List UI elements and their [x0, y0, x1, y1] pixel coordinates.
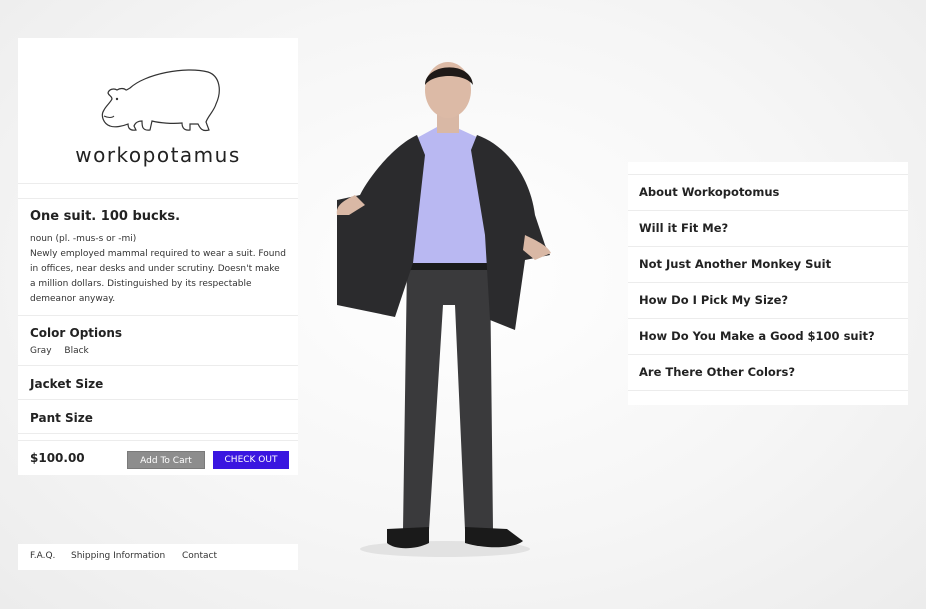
footer-link-shipping[interactable]: Shipping Information: [71, 551, 165, 561]
faq-item-monkey-suit[interactable]: Not Just Another Monkey Suit: [628, 247, 908, 283]
faq-item-pick-size[interactable]: How Do I Pick My Size?: [628, 283, 908, 319]
faq-item-good-suit[interactable]: How Do You Make a Good $100 suit?: [628, 319, 908, 355]
product-panel: workopotamus One suit. 100 bucks. noun (…: [18, 38, 298, 475]
add-to-cart-button[interactable]: Add To Cart: [127, 451, 205, 469]
faq-item-about[interactable]: About Workopotomus: [628, 175, 908, 211]
checkout-button[interactable]: CHECK OUT: [213, 451, 289, 469]
color-option-black[interactable]: Black: [64, 346, 88, 356]
definition: noun (pl. -mus-s or -mi) Newly employed …: [30, 232, 286, 315]
footer-link-contact[interactable]: Contact: [182, 551, 217, 561]
brand-name: workopotamus: [75, 143, 241, 167]
jacket-size-selector[interactable]: Jacket Size: [18, 366, 298, 400]
color-list: Gray Black: [30, 346, 286, 356]
definition-body: Newly employed mammal required to wear a…: [30, 249, 286, 304]
model-image: [336, 62, 551, 557]
price: $100.00: [30, 451, 85, 465]
faq-item-fit[interactable]: Will it Fit Me?: [628, 211, 908, 247]
product-description: One suit. 100 bucks. noun (pl. -mus-s or…: [18, 199, 298, 316]
cart-row: $100.00 Add To Cart CHECK OUT: [18, 440, 298, 475]
faq-panel: About Workopotomus Will it Fit Me? Not J…: [628, 162, 908, 405]
divider: [628, 162, 908, 175]
jacket-size-label: Jacket Size: [30, 377, 104, 391]
pant-size-label: Pant Size: [30, 411, 93, 425]
divider: [18, 184, 298, 199]
product-tagline: One suit. 100 bucks.: [30, 209, 181, 224]
definition-pos: noun (pl. -mus-s or -mi): [30, 234, 137, 244]
color-option-gray[interactable]: Gray: [30, 346, 52, 356]
pant-size-selector[interactable]: Pant Size: [18, 400, 298, 434]
faq-item-other-colors[interactable]: Are There Other Colors?: [628, 355, 908, 391]
hippo-logo-icon: [101, 69, 220, 132]
footer: F.A.Q. Shipping Information Contact: [18, 544, 298, 570]
color-options-title: Color Options: [30, 326, 123, 340]
footer-link-faq[interactable]: F.A.Q.: [30, 551, 55, 561]
logo[interactable]: workopotamus: [18, 38, 298, 184]
color-options: Color Options Gray Black: [18, 316, 298, 366]
